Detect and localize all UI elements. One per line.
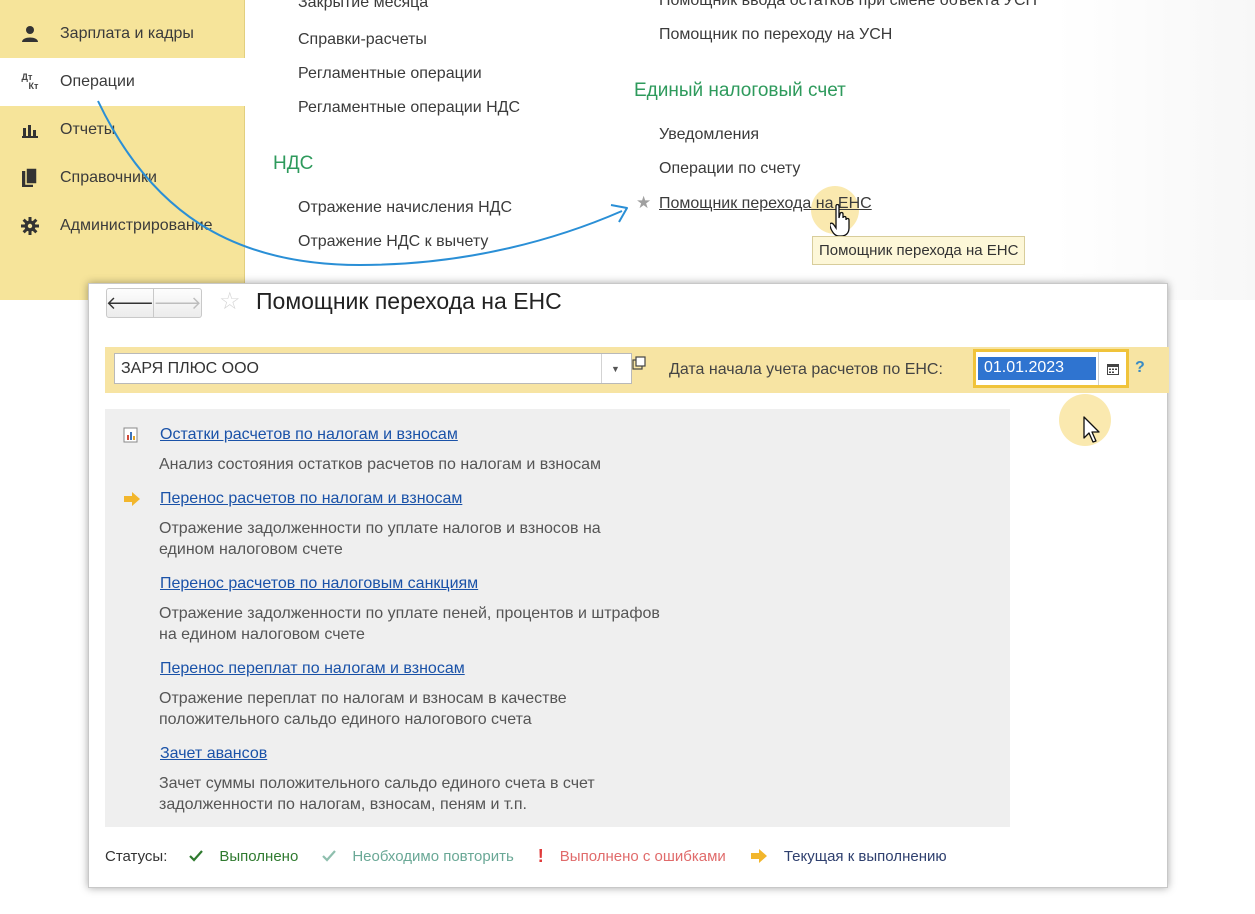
step-description: положительного сальдо единого налогового… [159,711,532,728]
kt-glyph: Кт [28,81,39,91]
tooltip: Помощник перехода на ЕНС [812,236,1026,265]
open-window-icon [632,355,646,370]
operations-menu: Закрытие месяца Справки-расчеты Регламен… [246,0,1255,300]
sidebar-item-label: Справочники [60,169,157,186]
step-description: Зачет суммы положительного сальдо единог… [159,775,595,792]
step-link-transfer-overpayments[interactable]: Перенос переплат по налогам и взносам [160,660,465,678]
status-repeat-label: Необходимо повторить [352,847,514,865]
calendar-button[interactable] [1098,352,1126,385]
current-arrow-icon [124,492,140,506]
status-done: Выполнено [189,848,298,865]
sidebar-item-label: Администрирование [60,217,213,234]
sidebar-item-reports[interactable]: Отчеты [0,106,245,154]
help-button[interactable]: ? [1135,359,1145,377]
status-current-label: Текущая к выполнению [783,847,947,865]
step-link-transfer-sanctions[interactable]: Перенос расчетов по налоговым санкциям [160,575,478,593]
hand-cursor-icon [830,204,850,237]
ens-start-date-field[interactable]: 01.01.2023 [973,349,1129,388]
back-button[interactable]: 🡐 [106,288,154,318]
step-description: Отражение переплат по налогам и взносам … [159,690,567,707]
sidebar-item-catalogs[interactable]: Справочники [0,154,245,202]
back-arrow-icon: 🡐 [105,292,155,313]
screen: Зарплата и кадры Дт Кт Операции Отчеты Сп… [0,0,1255,914]
organization-field[interactable]: ЗАРЯ ПЛЮС ООО ▼ [114,353,632,384]
report-icon [123,427,138,443]
exclamation-icon: ! [537,845,544,866]
menu-link-usn-balances-assistant[interactable]: Помощник ввода остатков при смене объект… [659,0,1037,10]
menu-link-routine-vat-ops[interactable]: Регламентные операции НДС [298,99,520,117]
menu-link-account-operations[interactable]: Операции по счету [659,160,800,178]
step-description: Отражение задолженности по уплате пеней,… [159,605,660,622]
menu-link-vat-accrual[interactable]: Отражение начисления НДС [298,199,512,217]
window-title: Помощник перехода на ЕНС [256,288,562,314]
sidebar-item-operations[interactable]: Дт Кт Операции [0,58,245,106]
gear-icon [0,217,60,235]
person-icon [0,25,60,43]
step-link-tax-balances[interactable]: Остатки расчетов по налогам и взносам [160,426,458,444]
status-legend-label: Статусы: [105,847,168,865]
menu-section-vat: НДС [273,153,314,174]
favorite-star-icon[interactable]: ☆ [219,287,241,316]
current-arrow-icon [750,848,768,864]
books-icon [0,168,60,188]
calendar-icon [1106,363,1119,375]
status-legend: Статусы: Выполнено Необходимо повторить … [105,846,971,866]
ens-assistant-window: 🡐 🡒 ☆ Помощник перехода на ЕНС ЗАРЯ ПЛЮС… [88,283,1169,888]
checkmark-light-icon [322,850,337,862]
steps-panel: Остатки расчетов по налогам и взносам Ан… [105,409,1010,827]
status-error: ! Выполнено с ошибками [538,846,726,867]
forward-arrow-icon: 🡒 [153,292,202,313]
status-current: Текущая к выполнению [750,848,947,865]
step-link-advance-offset[interactable]: Зачет авансов [160,745,267,763]
favorite-star-icon[interactable]: ★ [636,193,651,213]
status-done-label: Выполнено [219,847,299,865]
sidebar-item-label: Операции [60,73,135,90]
mouse-pointer-icon [1083,416,1100,443]
ens-start-date-value[interactable]: 01.01.2023 [978,357,1096,380]
menu-link-routine-ops[interactable]: Регламентные операции [298,65,482,83]
sections-sidebar: Зарплата и кадры Дт Кт Операции Отчеты Сп… [0,0,245,300]
menu-link-vat-deduction[interactable]: Отражение НДС к вычету [298,233,488,251]
menu-link-month-close[interactable]: Закрытие месяца [298,0,428,12]
step-description: едином налоговом счете [159,541,343,558]
forward-button[interactable]: 🡒 [153,288,202,318]
menu-link-notifications[interactable]: Уведомления [659,126,759,144]
status-error-label: Выполнено с ошибками [559,847,726,865]
sidebar-item-label: Зарплата и кадры [60,25,194,42]
sidebar-item-salary[interactable]: Зарплата и кадры [0,10,245,58]
ens-start-date-label: Дата начала учета расчетов по ЕНС: [669,361,943,378]
menu-section-ens: Единый налоговый счет [634,80,846,101]
organization-value: ЗАРЯ ПЛЮС ООО [121,360,259,377]
navigation-buttons: 🡐 🡒 [106,288,202,318]
menu-link-reference-calcs[interactable]: Справки-расчеты [298,31,427,49]
menu-link-usn-transition-assistant[interactable]: Помощник по переходу на УСН [659,26,892,44]
step-description: на едином налоговом счете [159,626,365,643]
organization-open-button[interactable] [625,347,653,378]
chevron-down-icon: ▼ [611,363,620,374]
filter-bar: ЗАРЯ ПЛЮС ООО ▼ Дата начала учета расчет… [105,347,1169,393]
status-repeat: Необходимо повторить [322,847,514,865]
step-link-transfer-tax-settlements[interactable]: Перенос расчетов по налогам и взносам [160,490,462,508]
sidebar-item-label: Отчеты [60,121,116,138]
step-description: Отражение задолженности по уплате налого… [159,520,601,537]
step-description: Анализ состояния остатков расчетов по на… [159,456,602,473]
step-description: задолженности по налогам, взносам, пеням… [159,796,527,813]
checkmark-icon [189,850,204,862]
sidebar-item-administration[interactable]: Администрирование [0,202,245,250]
bar-chart-icon [0,122,60,138]
dt-kt-icon: Дт Кт [0,73,60,91]
